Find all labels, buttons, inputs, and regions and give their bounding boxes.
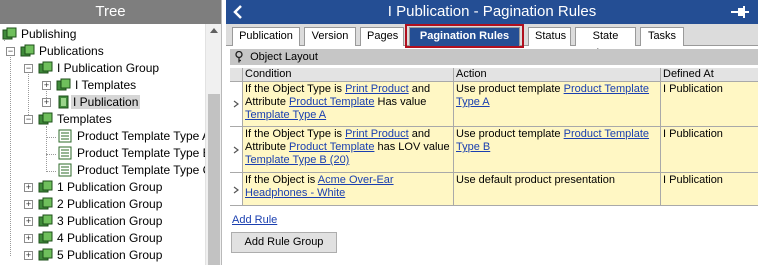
tree-node-templates[interactable]: − Templates: [24, 111, 114, 128]
tree-node-publications[interactable]: − Publications: [6, 43, 106, 60]
tree-node-1-publication-group[interactable]: + 1 Publication Group: [24, 179, 164, 196]
scrollbar-thumb[interactable]: [208, 94, 220, 265]
template-icon: [58, 163, 72, 177]
tree-node-5-publication-group[interactable]: + 5 Publication Group: [24, 247, 164, 264]
publication-icon: [58, 95, 69, 109]
condition-link[interactable]: Product Template: [289, 96, 374, 108]
tab-tasks[interactable]: Tasks: [640, 27, 684, 46]
expand-icon[interactable]: +: [24, 217, 33, 226]
group-icon: [38, 197, 53, 210]
row-expand-icon[interactable]: [233, 186, 239, 194]
scroll-up-icon[interactable]: [210, 28, 218, 33]
collapse-icon[interactable]: −: [24, 115, 33, 124]
action-cell: Use default product presentation: [453, 173, 660, 205]
rules-grid: Condition Action Defined At If the Objec…: [230, 68, 758, 206]
tree-node-3-publication-group[interactable]: + 3 Publication Group: [24, 213, 164, 230]
object-layout-section: Object Layout: [230, 49, 758, 65]
defined-at-cell: I Publication: [660, 82, 758, 126]
folder-icon: [20, 44, 35, 57]
tree-node-2-publication-group[interactable]: + 2 Publication Group: [24, 196, 164, 213]
main-panel: I Publication - Pagination Rules Publica…: [226, 0, 758, 265]
table-row[interactable]: If the Object Type is Print Product and …: [230, 82, 758, 127]
condition-cell: If the Object Type is Print Product and …: [242, 127, 453, 172]
grid-header: Condition Action Defined At: [230, 68, 758, 82]
tree-node-product-template-type-c[interactable]: Product Template Type C: [58, 162, 205, 179]
tab-pages[interactable]: Pages: [360, 27, 404, 46]
tab-publication[interactable]: Publication: [232, 27, 300, 46]
tree-node-i-templates[interactable]: + I Templates: [42, 77, 138, 94]
templates-icon: [38, 112, 53, 125]
tree-scrollbar[interactable]: [205, 24, 221, 265]
group-icon: [38, 180, 53, 193]
key-icon: [235, 51, 243, 63]
section-title: Object Layout: [250, 51, 318, 63]
template-icon: [58, 146, 72, 160]
templates-icon: [56, 78, 71, 91]
expand-icon[interactable]: +: [42, 81, 51, 90]
group-icon: [38, 231, 53, 244]
tab-state-log[interactable]: State Log: [575, 27, 636, 59]
publishing-icon: [2, 27, 17, 40]
condition-link[interactable]: Template Type A: [245, 109, 326, 121]
template-icon: [58, 129, 72, 143]
add-rule-group-button[interactable]: Add Rule Group: [231, 232, 337, 253]
column-header-defined-at[interactable]: Defined At: [660, 68, 754, 82]
add-rule-link[interactable]: Add Rule: [232, 214, 277, 226]
group-icon: [38, 61, 53, 74]
row-expand-icon[interactable]: [233, 146, 239, 154]
tab-status[interactable]: Status: [528, 27, 571, 46]
condition-link[interactable]: Print Product: [345, 83, 409, 95]
tab-highlight-box: [405, 24, 524, 48]
condition-link[interactable]: Template Type B (20): [245, 154, 349, 166]
condition-link[interactable]: Print Product: [345, 128, 409, 140]
tree-panel: Tree Publishing − Publications − I Publi…: [0, 0, 222, 265]
expand-icon[interactable]: +: [24, 251, 33, 260]
table-row[interactable]: If the Object Type is Print Product and …: [230, 127, 758, 173]
expand-icon[interactable]: +: [24, 234, 33, 243]
expand-icon[interactable]: +: [24, 200, 33, 209]
group-icon: [38, 214, 53, 227]
expand-icon[interactable]: +: [42, 98, 51, 107]
column-header-action[interactable]: Action: [453, 68, 660, 82]
defined-at-cell: I Publication: [660, 127, 758, 172]
tree-title: Tree: [0, 0, 221, 24]
condition-link[interactable]: Product Template: [289, 141, 374, 153]
column-header-condition[interactable]: Condition: [242, 68, 453, 82]
tree-node-product-template-type-b[interactable]: Product Template Type B: [58, 145, 205, 162]
collapse-icon[interactable]: −: [24, 64, 33, 73]
action-cell: Use product template Product Template Ty…: [453, 127, 660, 172]
tree-node-product-template-type-a[interactable]: Product Template Type A: [58, 128, 205, 145]
collapse-icon[interactable]: −: [6, 47, 15, 56]
tree-node-i-publication[interactable]: + I Publication: [42, 94, 141, 111]
page-title: I Publication - Pagination Rules: [387, 3, 597, 20]
back-arrow-icon[interactable]: [230, 4, 246, 20]
expand-icon[interactable]: +: [24, 183, 33, 192]
group-icon: [38, 248, 53, 261]
pin-icon[interactable]: [730, 5, 750, 19]
title-bar: I Publication - Pagination Rules: [226, 0, 758, 24]
table-row[interactable]: If the Object is Acme Over-Ear Headphone…: [230, 173, 758, 206]
tab-bar: Publication Version Pages Pagination Rul…: [226, 24, 758, 59]
tree-view: Publishing − Publications − I Publicatio…: [0, 24, 205, 265]
tree-node-4-publication-group[interactable]: + 4 Publication Group: [24, 230, 164, 247]
tree-node-i-publication-group[interactable]: − I Publication Group: [24, 60, 161, 77]
condition-cell: If the Object is Acme Over-Ear Headphone…: [242, 173, 453, 205]
tab-version[interactable]: Version: [304, 27, 356, 46]
action-cell: Use product template Product Template Ty…: [453, 82, 660, 126]
tree-node-publishing[interactable]: Publishing: [2, 26, 78, 43]
condition-cell: If the Object Type is Print Product and …: [242, 82, 453, 126]
defined-at-cell: I Publication: [660, 173, 758, 205]
row-expand-icon[interactable]: [233, 100, 239, 108]
